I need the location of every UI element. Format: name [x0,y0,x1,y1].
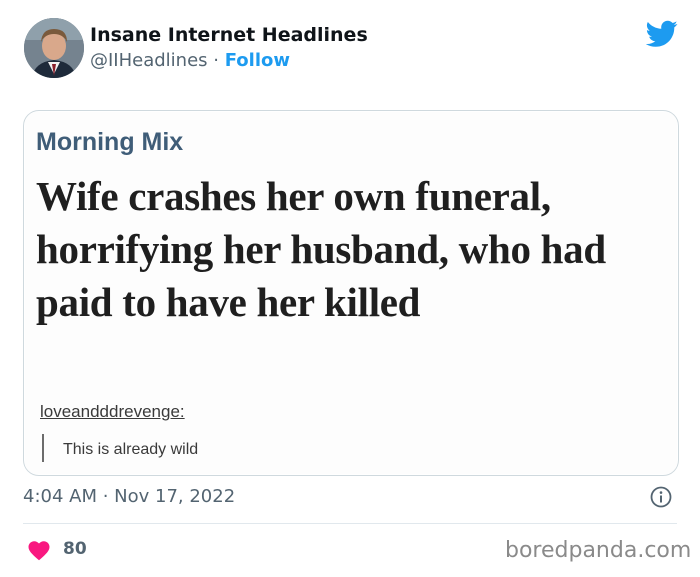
headline-screenshot: Morning Mix Wife crashes her own funeral… [25,112,677,474]
follow-button[interactable]: Follow [225,50,290,71]
author-handle-row: @IIHeadlines · Follow [90,50,290,71]
news-headline: Wife crashes her own funeral, horrifying… [36,173,606,325]
quote-text: This is already wild [63,441,199,458]
avatar[interactable] [24,18,84,78]
section-title: Morning Mix [36,128,184,156]
avatar-image [24,18,84,78]
twitter-bird-icon[interactable] [646,20,678,48]
tumblr-username: loveandddrevenge: [40,402,185,421]
like-count: 80 [63,539,87,559]
heart-icon[interactable] [27,539,51,561]
boredpanda-watermark: boredpanda.com [505,538,692,563]
embedded-image-card[interactable]: Morning Mix Wife crashes her own funeral… [23,110,679,476]
author-handle[interactable]: @IIHeadlines [90,50,208,71]
divider [23,523,677,524]
tweet-timestamp[interactable]: 4:04 AM · Nov 17, 2022 [23,486,235,507]
handle-separator: · [207,50,225,71]
quote-bar [42,434,44,462]
info-icon[interactable] [650,486,672,508]
author-name[interactable]: Insane Internet Headlines [90,24,368,46]
